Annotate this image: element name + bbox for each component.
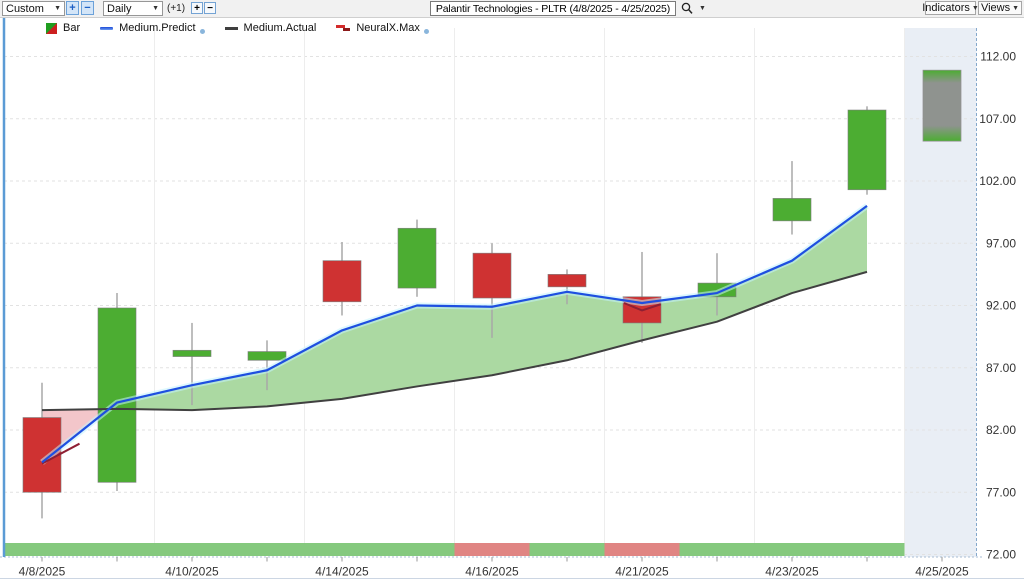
period-select-value: Daily (107, 2, 132, 15)
signal-strip-segment (829, 543, 905, 556)
range-select-value: Custom (6, 2, 44, 15)
search-icon[interactable] (681, 2, 693, 15)
chart-legend: Bar Medium.Predict Medium.Actual NeuralX… (46, 22, 429, 34)
candle-up[interactable] (172, 349, 212, 357)
chevron-down-icon: ▼ (1012, 4, 1020, 12)
zoom-in-button[interactable]: + (66, 1, 79, 15)
views-button[interactable]: Views ▼ (978, 1, 1022, 15)
predict-line-icon (100, 26, 114, 30)
y-axis-label: 107.00 (979, 112, 1016, 126)
signal-strip-segment (379, 543, 455, 556)
y-axis-label: 97.00 (986, 236, 1016, 250)
bar-add-button[interactable]: + (191, 2, 203, 14)
y-axis-label: 82.00 (986, 423, 1016, 437)
signal-strip-segment (304, 543, 380, 556)
chevron-down-icon: ▼ (54, 5, 61, 12)
zoom-out-button[interactable]: − (81, 1, 94, 15)
legend-settings-dot[interactable] (423, 29, 429, 34)
candle-down[interactable] (547, 274, 587, 288)
signal-strip-segment (454, 543, 530, 556)
candle-down[interactable] (472, 252, 512, 299)
stock-charting-app: { "toolbar": { "range_value": "Custom", … (0, 0, 1024, 583)
signal-strip-segment (4, 543, 80, 556)
symbol-search-go[interactable]: ▼ (681, 1, 706, 15)
x-axis-label: 4/25/2025 (915, 565, 969, 579)
legend-item-medium-predict[interactable]: Medium.Predict (100, 22, 205, 34)
legend-label: Bar (63, 22, 81, 34)
signal-strip-segment (679, 543, 755, 556)
legend-settings-dot[interactable] (199, 29, 205, 34)
y-axis-label: 102.00 (979, 174, 1016, 188)
x-axis-label: 4/16/2025 (465, 565, 519, 579)
x-axis-label: 4/8/2025 (19, 565, 66, 579)
range-select[interactable]: Custom ▼ (2, 1, 65, 16)
candle-up[interactable] (397, 227, 437, 289)
chevron-down-icon: ▼ (699, 4, 706, 12)
candle-up[interactable] (772, 198, 812, 222)
legend-item-neuralx-max[interactable]: NeuralX.Max (336, 22, 429, 34)
candle-up[interactable] (847, 109, 887, 191)
y-axis-label: 77.00 (986, 485, 1016, 499)
indicators-button[interactable]: Indicators ▼ (922, 1, 979, 15)
y-axis-label: 87.00 (986, 361, 1016, 375)
x-axis-label: 4/23/2025 (765, 565, 819, 579)
legend-label: NeuralX.Max (356, 22, 420, 34)
price-chart[interactable]: 4/8/2025 4/10/2025 4/14/2025 4/16/2025 4/21/… (0, 0, 1024, 583)
y-axis-label: 72.00 (986, 548, 1016, 562)
bar-candle-icon (46, 22, 57, 34)
candle-up[interactable] (97, 307, 137, 483)
actual-line-icon (224, 26, 238, 30)
signal-strip-segment (79, 543, 155, 556)
toolbar: Custom ▼ + − Daily ▼ (+1) + − ▼ Indicato… (0, 0, 1024, 18)
signal-strip-segment (604, 543, 680, 556)
legend-label: Medium.Actual (243, 22, 317, 34)
signal-strip-segment (529, 543, 605, 556)
candle-up[interactable] (247, 351, 287, 361)
legend-item-bar[interactable]: Bar (46, 22, 80, 34)
bar-remove-button[interactable]: − (204, 2, 216, 14)
x-axis-label: 4/14/2025 (315, 565, 369, 579)
signal-strip-segment (229, 543, 305, 556)
x-axis-label: 4/21/2025 (615, 565, 669, 579)
period-select[interactable]: Daily ▼ (103, 1, 163, 16)
symbol-search-input[interactable] (430, 1, 676, 16)
candle-down[interactable] (322, 260, 362, 303)
bars-offset-label: (+1) (167, 3, 186, 14)
chevron-down-icon: ▼ (152, 5, 159, 12)
neuralx-icon (336, 24, 351, 32)
y-axis-label: 112.00 (980, 50, 1016, 64)
signal-strip-segment (154, 543, 230, 556)
legend-label: Medium.Predict (119, 22, 196, 34)
x-axis-label: 4/10/2025 (165, 565, 219, 579)
legend-item-medium-actual[interactable]: Medium.Actual (224, 22, 317, 34)
y-axis-label: 92.00 (986, 299, 1016, 313)
signal-strip-segment (754, 543, 830, 556)
predicted-candle[interactable] (922, 69, 962, 142)
